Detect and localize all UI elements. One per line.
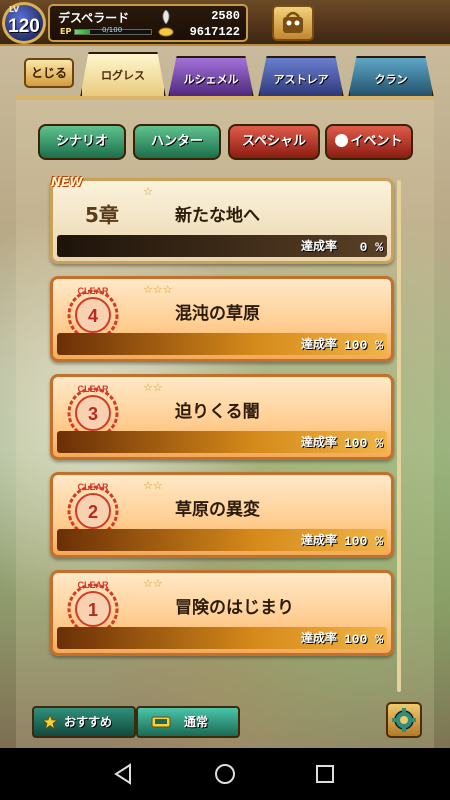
- tab-astrea[interactable]: アストレア: [258, 56, 344, 98]
- progress-value: 100 %: [343, 534, 383, 549]
- star-icon: [42, 714, 58, 730]
- chapter-card-5[interactable]: NEW ☆ 5章 新たな地へ 達成率 0 %: [50, 175, 394, 264]
- progress-bar: [57, 529, 387, 551]
- scrollbar[interactable]: [397, 180, 401, 692]
- feather-icon: [162, 10, 170, 24]
- progress-value: 100 %: [343, 632, 383, 647]
- normal-label: 通常: [184, 715, 209, 729]
- chapter-title: 迫りくる闇: [175, 402, 260, 422]
- stamp-number: 1: [88, 600, 98, 620]
- difficulty-stars: ☆: [143, 185, 153, 198]
- coin-count: 9617122: [189, 25, 240, 39]
- level-label: LV: [9, 5, 20, 14]
- progress-bar: [57, 235, 387, 257]
- difficulty-stars: ☆☆: [143, 577, 163, 590]
- progress-bar: [57, 627, 387, 649]
- progress-value: 0 %: [359, 240, 383, 255]
- progress-value: 100 %: [343, 436, 383, 451]
- system-nav-bar: [0, 748, 450, 800]
- recents-icon[interactable]: [313, 762, 337, 786]
- level-value: 120: [8, 16, 40, 37]
- filter-event-button[interactable]: イベント: [325, 124, 413, 160]
- normal-button[interactable]: 通常: [136, 706, 240, 738]
- chapter-card-2[interactable]: CLEAR 2 ☆☆ 草原の異変 達成率 100 %: [50, 472, 394, 558]
- progress-label: 達成率: [300, 631, 337, 645]
- progress-label: 達成率: [300, 435, 337, 449]
- progress-bar: [57, 333, 387, 355]
- gem-count: 2580: [211, 9, 240, 23]
- chapter-card-3[interactable]: CLEAR 3 ☆☆ 迫りくる闇 達成率 100 %: [50, 374, 394, 460]
- recommend-button[interactable]: おすすめ: [32, 706, 136, 738]
- progress-value: 100 %: [343, 338, 383, 353]
- stamp-number: 3: [88, 404, 98, 424]
- stamp-number: 4: [88, 306, 98, 326]
- filter-scenario-button[interactable]: シナリオ: [38, 124, 126, 160]
- home-icon[interactable]: [213, 762, 237, 786]
- tab-logres[interactable]: ログレス: [80, 52, 166, 98]
- stamp-clear-text: CLEAR: [78, 580, 109, 590]
- progress-label: 達成率: [300, 533, 337, 547]
- player-name: デスペラード: [58, 11, 130, 25]
- level-badge: LV 120: [2, 2, 46, 44]
- back-icon[interactable]: [112, 762, 136, 786]
- chapter-card-4[interactable]: CLEAR 4 ☆☆☆ 混沌の草原 達成率 100 %: [50, 276, 394, 362]
- bag-icon: [283, 11, 303, 33]
- ep-text: 0/100: [102, 26, 123, 34]
- stamp-clear-text: CLEAR: [78, 286, 109, 296]
- sofa-icon: [151, 716, 171, 728]
- bag-button[interactable]: [272, 5, 314, 41]
- tab-clan[interactable]: クラン: [348, 56, 434, 98]
- chapter-number: 5章: [85, 203, 119, 227]
- clock-icon: [335, 134, 349, 147]
- chapter-title: 草原の異変: [175, 500, 260, 520]
- gear-icon: [392, 708, 416, 732]
- chapter-title: 冒険のはじまり: [175, 598, 294, 618]
- difficulty-stars: ☆☆☆: [143, 283, 173, 296]
- difficulty-stars: ☆☆: [143, 381, 163, 394]
- new-badge: NEW: [51, 175, 83, 189]
- ep-progress-fill: [75, 30, 91, 34]
- difficulty-stars: ☆☆: [143, 479, 163, 492]
- filter-event-label: イベント: [350, 134, 403, 149]
- progress-bar: [57, 431, 387, 453]
- ep-label: EP: [60, 27, 72, 36]
- status-bar: LV 120 デスペラード EP 0/100 2580 9617122: [0, 0, 450, 46]
- progress-label: 達成率: [300, 239, 337, 253]
- coin-icon: [158, 27, 174, 37]
- progress-label: 達成率: [300, 337, 337, 351]
- stamp-clear-text: CLEAR: [78, 384, 109, 394]
- tab-lucemel[interactable]: ルシェメル: [168, 56, 254, 98]
- stamp-clear-text: CLEAR: [78, 482, 109, 492]
- chapter-title: 混沌の草原: [175, 304, 260, 324]
- close-button[interactable]: とじる: [24, 58, 74, 88]
- chapter-title: 新たな地へ: [175, 206, 260, 226]
- chapter-card-1[interactable]: CLEAR 1 ☆☆ 冒険のはじまり 達成率 100 %: [50, 570, 394, 656]
- stamp-number: 2: [88, 502, 98, 522]
- filter-hunter-button[interactable]: ハンター: [133, 124, 221, 160]
- settings-button[interactable]: [386, 702, 422, 738]
- player-panel: デスペラード EP 0/100 2580 9617122: [48, 4, 248, 42]
- filter-special-button[interactable]: スペシャル: [228, 124, 320, 160]
- recommend-label: おすすめ: [64, 715, 113, 729]
